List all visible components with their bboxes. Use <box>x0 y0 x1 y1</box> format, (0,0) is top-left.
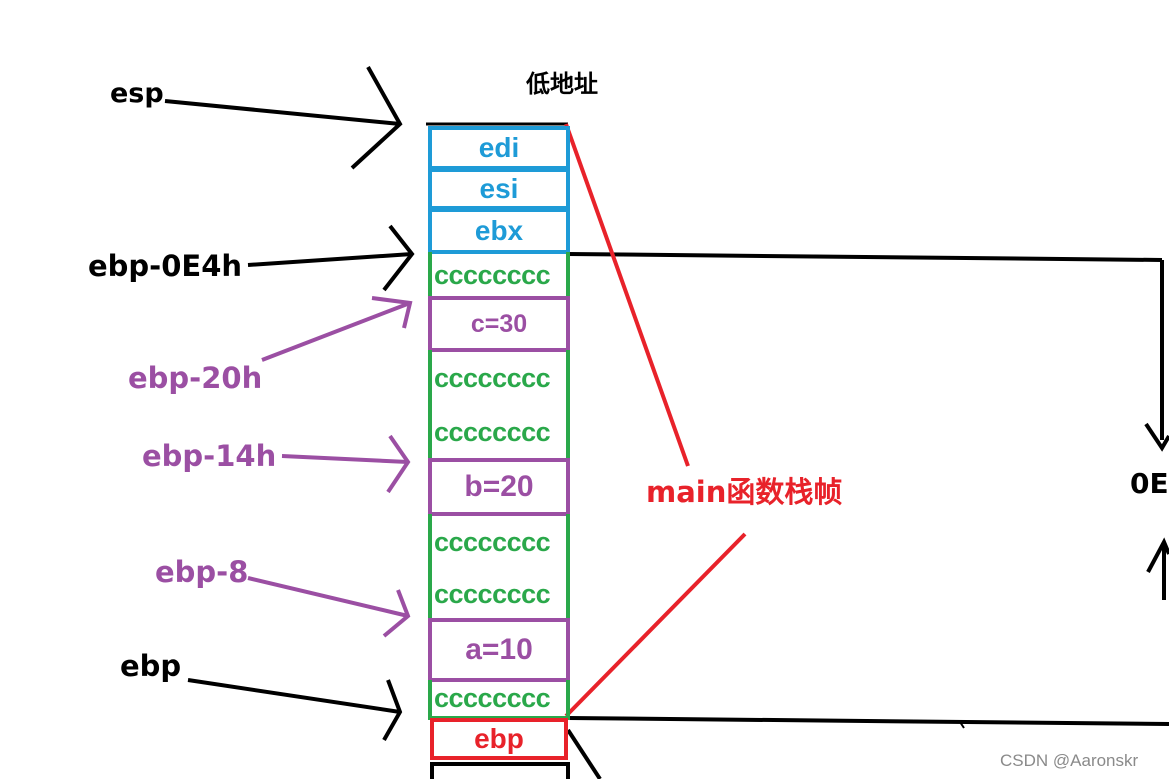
bottom-cell-outline <box>430 762 570 779</box>
stack-cell-fill: cccccccc <box>428 252 570 298</box>
stack-cell-text: edi <box>478 132 520 163</box>
stack-cell-esi: esi <box>428 168 570 210</box>
ebp-14h-label: ebp-14h <box>142 439 277 473</box>
main-frame-line-top <box>564 123 690 467</box>
bracket-down-arrowhead <box>1144 422 1169 452</box>
ebp-label: ebp <box>120 649 182 683</box>
stack-cell-fill: cccccccc <box>428 514 570 570</box>
esp-arrow <box>164 99 401 126</box>
ebp-20h-arrow <box>261 301 411 362</box>
esp-arrowhead <box>350 66 403 170</box>
bracket-top <box>567 252 1163 262</box>
main-frame-label: main函数栈帧 <box>646 475 843 509</box>
bracket-bottom <box>567 716 1169 726</box>
low-address-label: 低地址 <box>526 70 598 98</box>
ebp-8-label: ebp-8 <box>155 555 249 589</box>
stack-cell-text: b=20 <box>464 470 534 503</box>
stack-cell-fill: cccccccc <box>428 350 570 406</box>
stack-frame-diagram: 低地址 esp ebp-0E4h ebp-20h ebp-14h ebp-8 e… <box>0 0 1169 779</box>
stack-cell-text: cccccccc <box>434 578 551 609</box>
main-frame-line-bottom <box>564 532 747 718</box>
stack-cell-text: c=30 <box>470 309 528 338</box>
csdn-watermark: CSDN @Aaronskr <box>1000 751 1139 770</box>
stack-cell-fill: cccccccc <box>428 404 570 460</box>
stack-cell-edi: edi <box>428 126 570 170</box>
stack-cell-text: cccccccc <box>434 362 551 393</box>
stack-cell-fill: cccccccc <box>428 680 570 720</box>
stack-cell-var-a: a=10 <box>428 618 570 682</box>
ebp-14h-arrowhead <box>386 434 411 494</box>
stack-cell-saved-ebp: ebp <box>430 718 568 760</box>
ebp-14h-arrow <box>281 454 409 464</box>
stack-cell-text: ebp <box>474 723 524 754</box>
stack-cell-text: cccccccc <box>434 526 551 557</box>
right-edge-label: 0E4 <box>1130 467 1169 500</box>
stack-cell-var-c: c=30 <box>428 296 570 352</box>
stack-cell-text: cccccccc <box>434 416 551 447</box>
ebp-arrow <box>187 678 401 714</box>
ebp-20h-arrowhead <box>371 296 413 329</box>
stack-cell-text: a=10 <box>465 633 533 666</box>
bottom-diag <box>566 728 602 779</box>
stack-cell-var-b: b=20 <box>428 458 570 516</box>
stack-cell-text: cccccccc <box>434 682 551 713</box>
ebp-0e4h-arrowhead <box>382 224 415 292</box>
ebp-20h-label: ebp-20h <box>128 361 263 395</box>
stack-cell-text: cccccccc <box>434 259 551 290</box>
stack-cell-fill: cccccccc <box>428 568 570 620</box>
stack-cell-text: esi <box>479 173 519 204</box>
ebp-0e4h-arrow <box>247 252 413 267</box>
stack-cell-ebx: ebx <box>428 208 570 254</box>
esp-label: esp <box>110 78 164 109</box>
ebp-0e4h-label: ebp-0E4h <box>88 249 243 283</box>
ebp-8-arrow <box>247 576 409 618</box>
stack-cell-text: ebx <box>474 215 524 246</box>
